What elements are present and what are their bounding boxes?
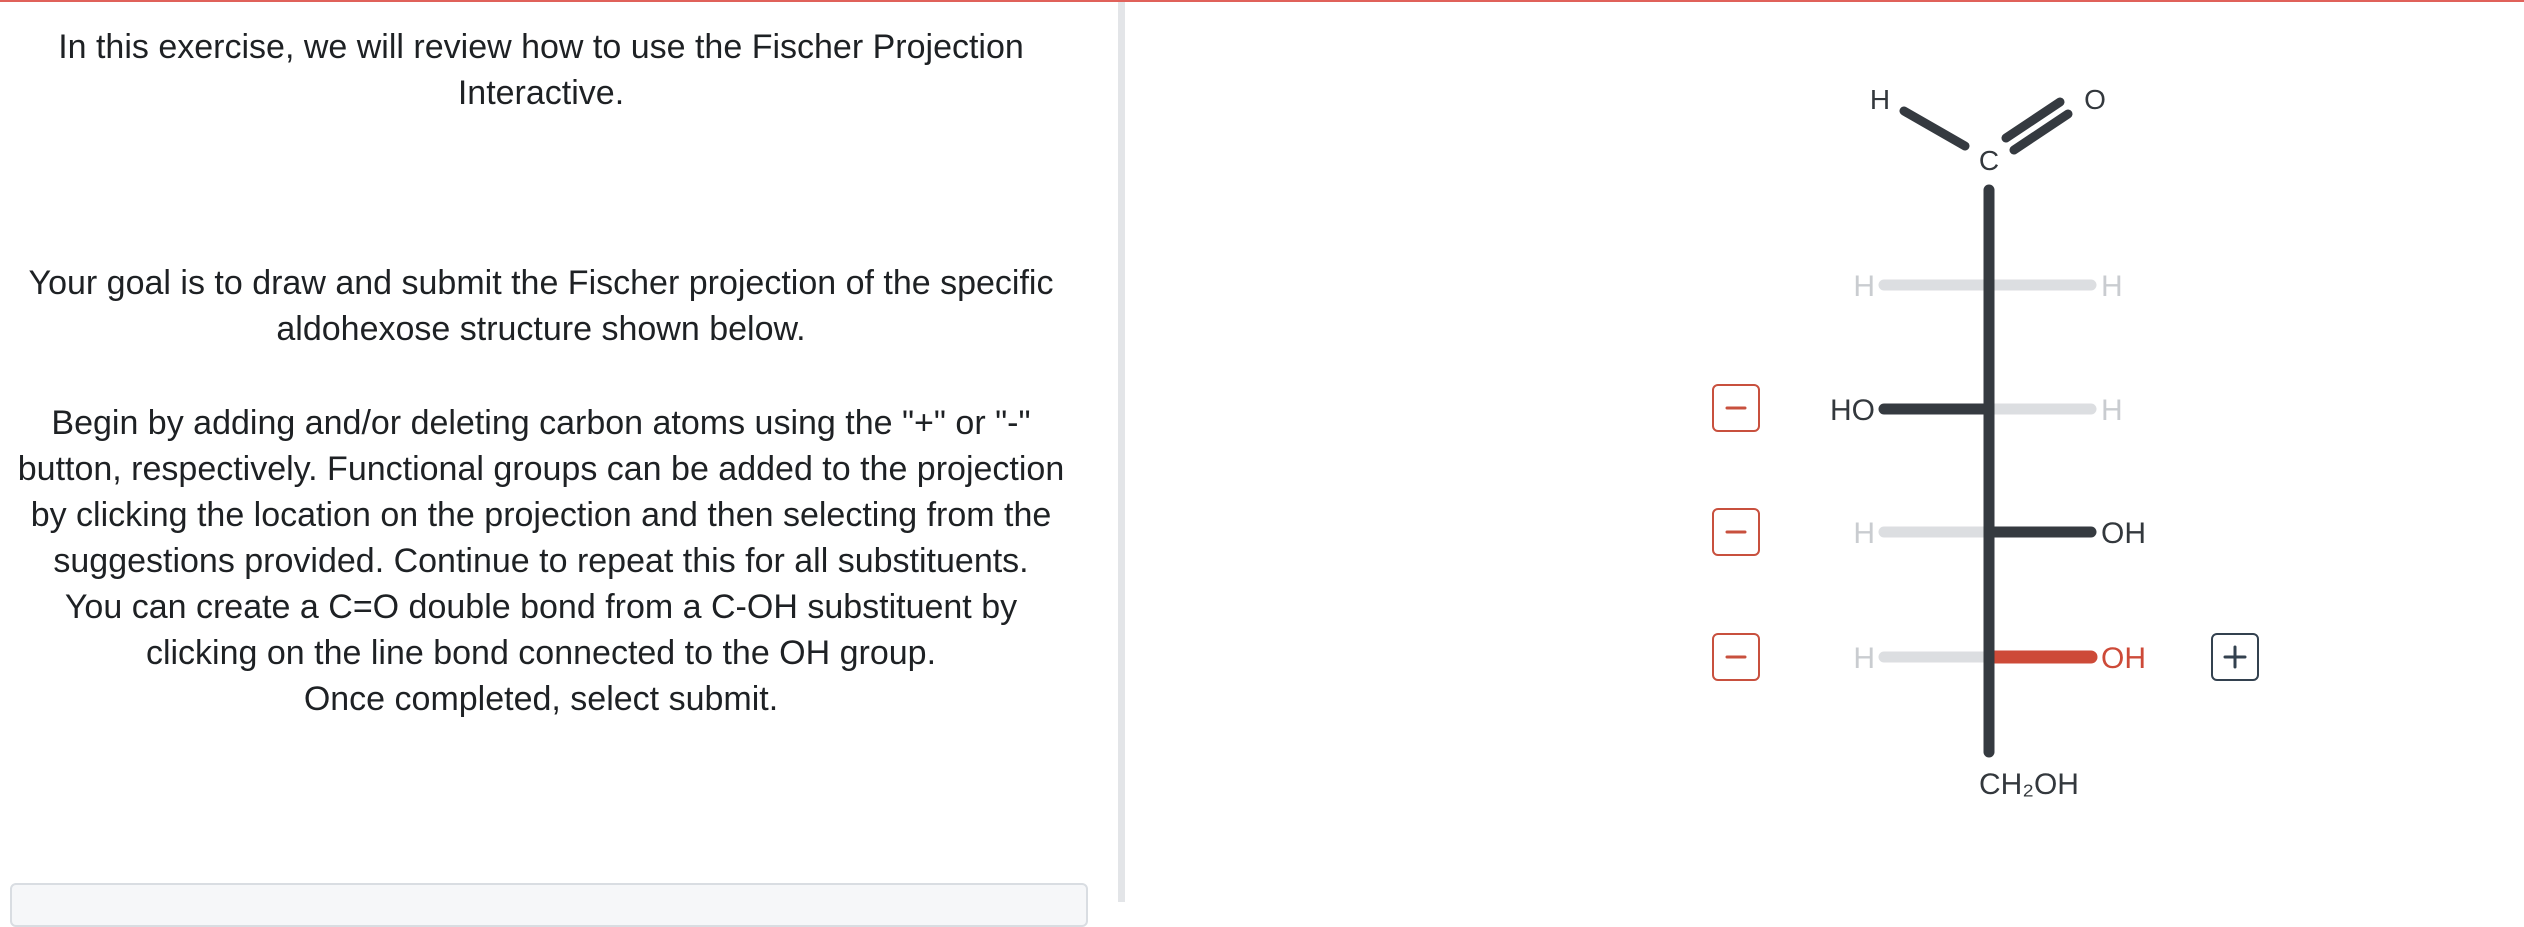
- row2-left-label[interactable]: HO: [1830, 394, 1875, 427]
- aldehyde-oxygen-label: O: [2084, 84, 2106, 115]
- row4-left-label[interactable]: H: [1853, 642, 1875, 675]
- step-submit: Once completed, select submit.: [303, 680, 779, 718]
- remove-carbon-button-3[interactable]: [1712, 633, 1760, 681]
- steps-text: Begin by adding and/or deleting carbon a…: [10, 400, 1072, 722]
- minus-icon: [1725, 530, 1747, 534]
- row1-left-label[interactable]: H: [1853, 270, 1875, 303]
- row3-left-label[interactable]: H: [1853, 517, 1875, 550]
- fischer-workspace: H C O H H HO H H OH H OH CH₂OH: [1125, 2, 2524, 902]
- bottom-group-label: CH₂OH: [1979, 768, 2079, 801]
- panel-divider[interactable]: [1118, 2, 1125, 902]
- step-add-delete: Begin by adding and/or deleting carbon a…: [17, 404, 1065, 580]
- row2-right-label[interactable]: H: [2101, 394, 2123, 427]
- step-double-bond: You can create a C=O double bond from a …: [64, 588, 1018, 672]
- intro-text: In this exercise, we will review how to …: [10, 24, 1072, 116]
- minus-icon: [1725, 655, 1747, 659]
- row4-right-label[interactable]: OH: [2101, 642, 2146, 675]
- aldehyde-h-bond[interactable]: [1899, 106, 1970, 151]
- plus-icon: [2223, 645, 2247, 669]
- aldehyde-carbon-label: C: [1979, 145, 1999, 176]
- intro-paragraph: In this exercise, we will review how to …: [58, 28, 1024, 112]
- remove-carbon-button-2[interactable]: [1712, 508, 1760, 556]
- add-carbon-button[interactable]: [2211, 633, 2259, 681]
- aldehyde-hydrogen-label: H: [1870, 84, 1890, 115]
- structure-box: [10, 883, 1088, 927]
- goal-paragraph: Your goal is to draw and submit the Fisc…: [28, 264, 1054, 348]
- remove-carbon-button-1[interactable]: [1712, 384, 1760, 432]
- instructions-panel: In this exercise, we will review how to …: [0, 2, 1118, 927]
- fischer-projection: H C O H H HO H H OH H OH CH₂OH: [1830, 84, 2146, 801]
- row1-right-label[interactable]: H: [2101, 270, 2123, 303]
- row3-right-label[interactable]: OH: [2101, 517, 2146, 550]
- minus-icon: [1725, 406, 1747, 410]
- goal-text: Your goal is to draw and submit the Fisc…: [10, 260, 1072, 352]
